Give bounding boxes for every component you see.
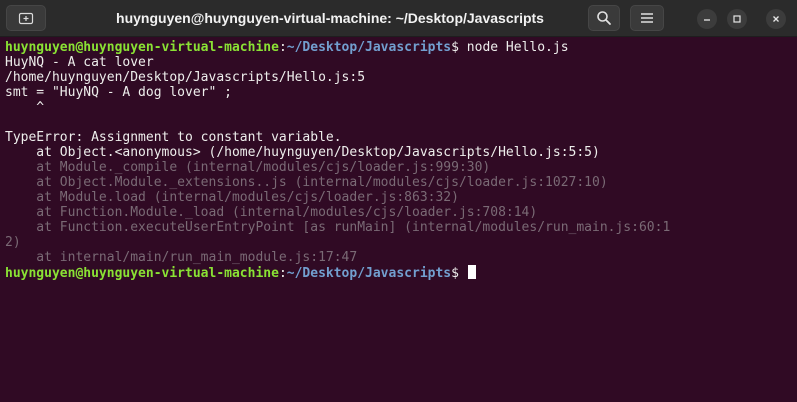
prompt-user: huynguyen@huynguyen-virtual-machine — [5, 40, 279, 55]
text-cursor — [467, 265, 476, 279]
command-line: huynguyen@huynguyen-virtual-machine:~/De… — [5, 40, 797, 55]
prompt-user: huynguyen@huynguyen-virtual-machine — [5, 266, 279, 281]
close-button[interactable] — [766, 9, 786, 29]
prompt-colon: : — [278, 40, 287, 55]
search-button[interactable] — [588, 5, 620, 31]
title-bar: huynguyen@huynguyen-virtual-machine: ~/D… — [0, 0, 797, 37]
stack-trace-line: at Module._compile (internal/modules/cjs… — [5, 160, 491, 175]
terminal-window: huynguyen@huynguyen-virtual-machine: ~/D… — [0, 0, 797, 402]
prompt-path: ~/Desktop/Javascripts — [286, 266, 452, 281]
error-message: TypeError: Assignment to constant variab… — [5, 130, 342, 145]
stack-trace-line: at Module.load (internal/modules/cjs/loa… — [5, 190, 459, 205]
prompt-symbol: $ — [451, 266, 459, 281]
prompt-colon: : — [278, 266, 287, 281]
stack-trace-line: at internal/main/run_main_module.js:17:4… — [5, 250, 358, 265]
search-icon — [597, 11, 611, 25]
stack-trace-line: at Object.Module._extensions..js (intern… — [5, 175, 608, 190]
hamburger-menu-icon — [641, 13, 653, 23]
stack-trace-line: 2) — [5, 235, 21, 250]
stack-trace-line: at Function.executeUserEntryPoint [as ru… — [5, 220, 671, 235]
output-line: smt = "HuyNQ - A dog lover" ; — [5, 85, 232, 100]
maximize-button[interactable] — [727, 9, 747, 29]
terminal-output[interactable]: huynguyen@huynguyen-virtual-machine:~/De… — [0, 37, 797, 402]
maximize-icon — [733, 15, 741, 23]
prompt-symbol: $ — [451, 40, 459, 55]
output-line: ^ — [5, 100, 45, 115]
stack-trace-line: at Object.<anonymous> (/home/huynguyen/D… — [5, 145, 600, 160]
close-icon — [773, 16, 779, 22]
window-title: huynguyen@huynguyen-virtual-machine: ~/D… — [116, 10, 544, 26]
new-tab-button[interactable] — [6, 5, 46, 31]
menu-button[interactable] — [630, 5, 664, 31]
stack-trace-line: at Function.Module._load (internal/modul… — [5, 205, 538, 220]
minimize-icon — [704, 19, 710, 21]
output-line: HuyNQ - A cat lover — [5, 55, 154, 70]
prompt-line[interactable]: huynguyen@huynguyen-virtual-machine:~/De… — [5, 265, 797, 281]
command-text: node Hello.js — [458, 40, 569, 55]
output-line: /home/huynguyen/Desktop/Javascripts/Hell… — [5, 70, 366, 85]
prompt-path: ~/Desktop/Javascripts — [286, 40, 452, 55]
minimize-button[interactable] — [697, 9, 717, 29]
new-tab-icon — [18, 12, 34, 25]
